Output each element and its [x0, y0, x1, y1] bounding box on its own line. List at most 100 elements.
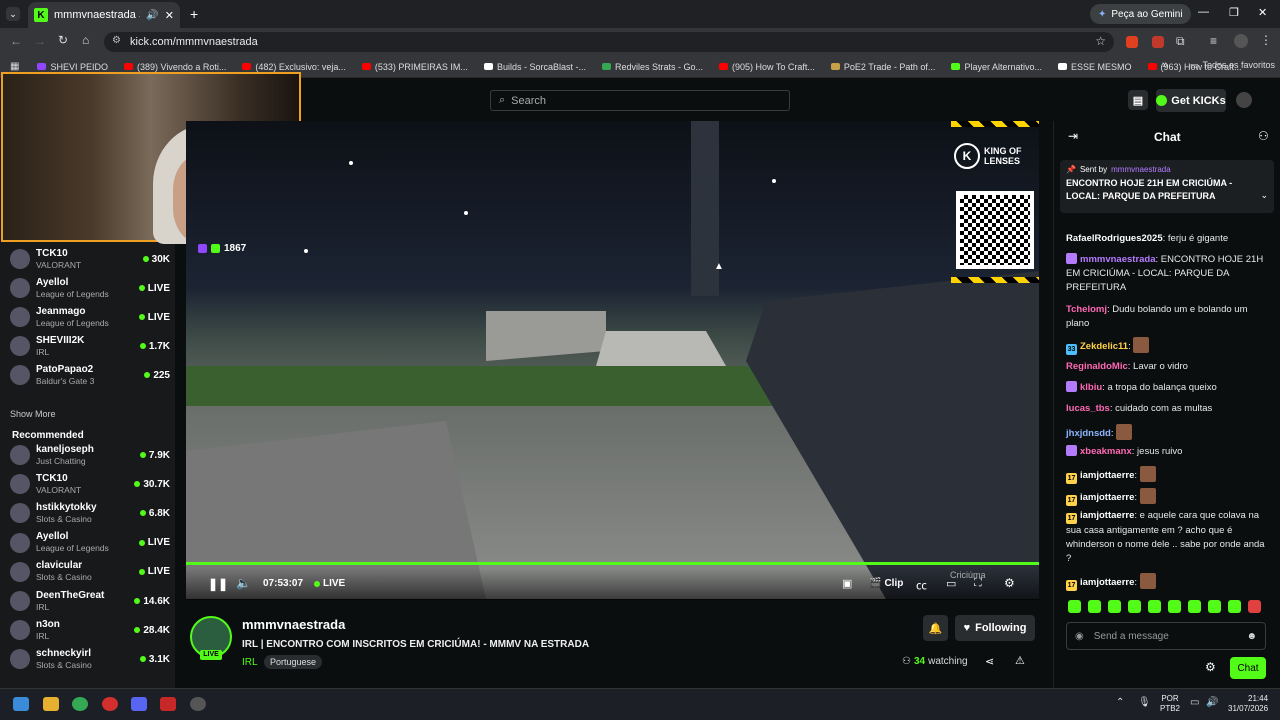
get-kicks-button[interactable]: Get KICKs	[1156, 89, 1226, 112]
emote-icon[interactable]	[1228, 600, 1241, 613]
chat-send-button[interactable]: Chat	[1230, 657, 1266, 679]
tray-overflow-icon[interactable]: ⌃	[1116, 697, 1124, 708]
chat-username[interactable]: mmmvnaestrada	[1080, 254, 1156, 265]
settings-gear-icon[interactable]: ⚙	[1004, 576, 1015, 590]
emote-icon[interactable]	[1088, 600, 1101, 613]
clock[interactable]: 21:44 31/07/2026	[1228, 694, 1268, 714]
chat-username[interactable]: Zekdelic11	[1080, 341, 1128, 352]
sidebar-channel[interactable]: Ayellol League of Legends LIVE	[10, 274, 170, 302]
search-input[interactable]: ⌕ Search	[490, 90, 790, 111]
sidebar-channel[interactable]: schneckyirl Slots & Casino 3.1K	[10, 645, 170, 673]
back-icon[interactable]: ←	[10, 34, 22, 48]
share-icon[interactable]: ⋖	[985, 655, 994, 668]
chat-username[interactable]: jhxjdnsdd	[1066, 428, 1111, 439]
bookmark-item[interactable]: SHEVI PEIDO	[29, 62, 116, 72]
chat-settings-icon[interactable]: ⚙	[1205, 660, 1216, 674]
chat-username[interactable]: Tchelomj	[1066, 304, 1107, 315]
keyboard-language[interactable]: POR PTB2	[1160, 694, 1180, 714]
chat-username[interactable]: xbeakmanx	[1080, 446, 1132, 457]
browser-menu-icon[interactable]: ⋮	[1260, 33, 1272, 47]
sidebar-channel[interactable]: DeenTheGreat IRL 14.6K	[10, 587, 170, 615]
pause-icon[interactable]: ❚❚	[208, 577, 228, 591]
maximize-button[interactable]: ❐	[1229, 6, 1239, 19]
reload-icon[interactable]: ↻	[58, 33, 68, 47]
bookmark-item[interactable]: (533) PRIMEIRAS IM...	[354, 62, 476, 72]
bookmark-item[interactable]: (905) How To Craft...	[711, 62, 823, 72]
chat-username[interactable]: ReginaldoMic	[1066, 361, 1128, 372]
profile-avatar[interactable]	[1234, 34, 1248, 48]
chat-users-icon[interactable]: ⚇	[1258, 129, 1269, 143]
forward-icon[interactable]: →	[34, 34, 46, 48]
sidebar-channel[interactable]: hstikkytokky Slots & Casino 6.8K	[10, 499, 170, 527]
sidebar-channel[interactable]: kaneljoseph Just Chatting 7.9K	[10, 441, 170, 469]
all-bookmarks[interactable]: ▭ Todos os favoritos	[1190, 60, 1275, 71]
miniplayer-icon[interactable]: ▣	[842, 577, 852, 590]
chrome-icon[interactable]	[72, 697, 88, 711]
extensions-puzzle-icon[interactable]: ⧉	[1176, 34, 1185, 49]
sidebar-channel[interactable]: Jeanmago League of Legends LIVE	[10, 303, 170, 331]
pinned-message[interactable]: 📌 Sent by mmmvnaestrada ENCONTRO HOJE 21…	[1060, 160, 1274, 213]
bookmark-star-icon[interactable]: ☆	[1095, 34, 1106, 48]
bookmark-item[interactable]: (389) Vivendo a Roti...	[116, 62, 234, 72]
following-button[interactable]: ♥ Following	[955, 615, 1035, 641]
emote-icon[interactable]	[1148, 600, 1161, 613]
tab-search-icon[interactable]: ⌄	[6, 7, 20, 21]
show-more-link[interactable]: Show More	[10, 409, 56, 419]
emote-icon[interactable]	[1208, 600, 1221, 613]
opera-icon[interactable]	[102, 697, 118, 711]
captions-icon[interactable]: ㏄	[916, 577, 927, 593]
volume-icon[interactable]: 🔈	[236, 576, 251, 590]
bookmark-item[interactable]: ESSE MESMO	[1050, 62, 1140, 72]
gemini-button[interactable]: ✦ Peça ao Gemini	[1090, 4, 1191, 24]
home-icon[interactable]: ⌂	[82, 33, 89, 47]
network-icon[interactable]: ▭	[1190, 697, 1199, 708]
sidebar-channel[interactable]: PatoPapao2 Baldur's Gate 3 225	[10, 361, 170, 389]
volume-tray-icon[interactable]: 🔊	[1206, 697, 1218, 708]
steam-icon[interactable]	[190, 697, 206, 711]
progress-bar[interactable]	[186, 562, 1039, 565]
channel-name[interactable]: mmmvnaestrada	[242, 617, 345, 632]
sidebar-channel[interactable]: SHEVIII2K IRL 1.7K	[10, 332, 170, 360]
site-info-icon[interactable]: ⚙	[112, 35, 121, 46]
emote-icon[interactable]	[1108, 600, 1121, 613]
notification-bell-icon[interactable]: 🔔	[923, 615, 948, 641]
app-icon[interactable]	[160, 697, 176, 711]
minimize-button[interactable]: —	[1198, 6, 1209, 18]
emote-icon[interactable]	[1248, 600, 1261, 613]
bookmark-item[interactable]: PoE2 Trade - Path of...	[823, 62, 944, 72]
new-tab-button[interactable]: +	[190, 6, 198, 22]
chat-username[interactable]: RafaelRodrigues2025	[1066, 233, 1163, 244]
sidebar-channel[interactable]: clavicular Slots & Casino LIVE	[10, 558, 170, 586]
chat-username[interactable]: iamjottaerre	[1080, 510, 1134, 521]
windows-start-icon[interactable]	[13, 697, 29, 711]
chat-username[interactable]: iamjottaerre	[1080, 577, 1134, 588]
microphone-icon[interactable]: 🎙	[1138, 697, 1151, 708]
chat-username[interactable]: iamjottaerre	[1080, 492, 1134, 503]
extension-icon[interactable]	[1152, 36, 1164, 48]
url-bar[interactable]: ⚙ kick.com/mmmvnaestrada ☆	[104, 32, 1114, 52]
chevron-down-icon[interactable]: ⌄	[1260, 190, 1268, 201]
bookmarks-overflow-icon[interactable]: »	[1162, 59, 1168, 71]
close-window-button[interactable]: ✕	[1258, 6, 1267, 19]
chat-username[interactable]: lucas_tbs	[1066, 403, 1110, 414]
user-avatar[interactable]	[1236, 92, 1252, 108]
report-icon[interactable]: ⚠	[1015, 654, 1025, 667]
video-player[interactable]: 1867 K KING OF LENSES ▲	[186, 121, 1039, 599]
sidebar-channel[interactable]: TCK10 VALORANT 30K	[10, 245, 170, 273]
active-tab[interactable]: K mmmvnaestrada Stream - … 🔊 ✕	[28, 2, 180, 28]
speaker-icon[interactable]: 🔊	[146, 10, 158, 21]
sidebar-channel[interactable]: Ayellol League of Legends LIVE	[10, 529, 170, 557]
bookmark-item[interactable]: Player Alternativo...	[943, 62, 1050, 72]
language-tag[interactable]: Portuguese	[264, 655, 323, 669]
emote-icon[interactable]	[1168, 600, 1181, 613]
extension-icon[interactable]	[1126, 36, 1138, 48]
chat-input[interactable]: ◉ Send a message ☻	[1066, 622, 1266, 650]
collapse-chat-icon[interactable]: ⇥	[1068, 129, 1078, 143]
sidebar-channel[interactable]: TCK10 VALORANT 30.7K	[10, 470, 170, 498]
sidebar-channel[interactable]: n3on IRL 28.4K	[10, 616, 170, 644]
dashboard-icon[interactable]: ▤	[1128, 90, 1148, 110]
emote-icon[interactable]	[1188, 600, 1201, 613]
category-link[interactable]: IRL	[242, 657, 258, 668]
chat-username[interactable]: iamjottaerre	[1080, 470, 1134, 481]
bookmark-item[interactable]: Redviles Strats - Go...	[594, 62, 711, 72]
